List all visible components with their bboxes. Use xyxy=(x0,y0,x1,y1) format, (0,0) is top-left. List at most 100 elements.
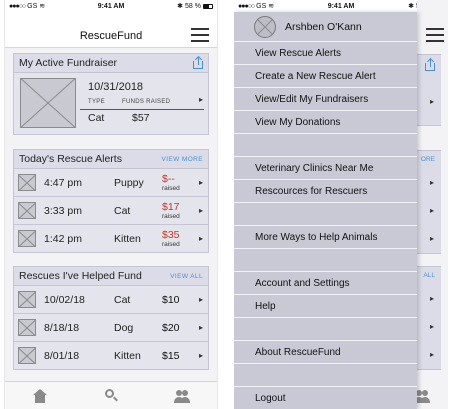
home-screen: ●●●○○ GS ≋ 9:41 AM ✱ 58 % RescueFund My … xyxy=(4,0,218,409)
user-name: Arshben O'Kann xyxy=(285,20,362,33)
alert-row[interactable]: 1:42 pm Kitten $35 raised ▸ xyxy=(14,224,208,252)
view-more-link[interactable]: VIEW MORE xyxy=(161,156,203,163)
raised-label: raised xyxy=(162,213,180,220)
battery-icon xyxy=(203,3,213,9)
menu-view-edit-fundraisers[interactable]: View/Edit My Fundraisers xyxy=(234,88,417,111)
alert-animal: Puppy xyxy=(114,177,144,189)
status-bar: ●●●○○ GS ≋ 9:41 AM ✱ 58 % xyxy=(5,0,217,12)
carrier-label: GS xyxy=(27,2,38,10)
chevron-right-icon[interactable]: ▸ xyxy=(430,234,434,243)
alert-animal: Cat xyxy=(114,205,131,217)
menu-divider xyxy=(234,203,417,226)
app-title: RescueFund xyxy=(79,29,143,42)
raised-label: raised xyxy=(162,185,180,192)
status-bar: ●●●○○ GS ≋ 9:41 AM ✱ 58 % xyxy=(234,0,448,12)
alert-time: 1:42 pm xyxy=(44,233,82,245)
menu-about[interactable]: About RescueFund xyxy=(234,341,417,364)
wifi-icon: ≋ xyxy=(268,3,275,10)
donation-row[interactable]: 10/02/18 Cat $10 ▸ xyxy=(14,285,208,313)
active-fundraiser-card: My Active Fundraiser 10/31/2018 TYPE FUN… xyxy=(13,53,209,135)
search-icon[interactable] xyxy=(103,388,119,404)
active-fundraiser-heading: My Active Fundraiser xyxy=(19,57,118,69)
menu-divider xyxy=(234,134,417,157)
donation-date: 8/01/18 xyxy=(44,350,80,362)
chevron-right-icon[interactable]: ▸ xyxy=(430,322,434,331)
menu-divider xyxy=(234,249,417,272)
fundraiser-type: Cat xyxy=(88,112,105,124)
rescue-alerts-card: Today's Rescue Alerts VIEW MORE 4:47 pm … xyxy=(13,149,209,253)
fundraiser-date: 10/31/2018 xyxy=(88,81,144,93)
chevron-right-icon[interactable]: ▸ xyxy=(430,178,434,187)
battery-label: 58 % xyxy=(185,2,201,10)
wifi-icon: ≋ xyxy=(39,3,46,10)
bottom-tab-bar xyxy=(5,381,217,409)
chevron-right-icon[interactable]: ▸ xyxy=(199,178,203,187)
donation-amount: $10 xyxy=(162,294,180,306)
share-icon[interactable] xyxy=(425,57,435,71)
alert-time: 4:47 pm xyxy=(44,177,82,189)
view-more-link[interactable]: ORE xyxy=(421,156,435,163)
chevron-right-icon[interactable]: ▸ xyxy=(199,295,203,304)
share-icon[interactable] xyxy=(193,55,203,69)
menu-create-rescue-alert[interactable]: Create a New Rescue Alert xyxy=(234,65,417,88)
menu-logout[interactable]: Logout xyxy=(234,387,417,409)
peek-card: ▸ xyxy=(417,54,441,126)
donation-animal: Kitten xyxy=(114,350,141,362)
menu-view-donations[interactable]: View My Donations xyxy=(234,111,417,134)
alert-row[interactable]: 3:33 pm Cat $17 raised ▸ xyxy=(14,196,208,224)
home-icon[interactable] xyxy=(32,388,48,404)
peek-card: ALL ▸ ▸ ▸ xyxy=(417,266,441,370)
chevron-right-icon[interactable]: ▸ xyxy=(430,294,434,303)
divider xyxy=(80,109,204,110)
donation-date: 10/02/18 xyxy=(44,294,85,306)
chevron-right-icon[interactable]: ▸ xyxy=(199,206,203,215)
chevron-right-icon[interactable]: ▸ xyxy=(199,323,203,332)
chevron-right-icon[interactable]: ▸ xyxy=(199,351,203,360)
chevron-right-icon[interactable]: ▸ xyxy=(199,234,203,243)
menu-more-ways[interactable]: More Ways to Help Animals xyxy=(234,226,417,249)
people-icon[interactable] xyxy=(173,388,190,404)
donation-row[interactable]: 8/01/18 Kitten $15 ▸ xyxy=(14,341,208,369)
top-nav-bar: RescueFund xyxy=(5,24,217,48)
menu-help[interactable]: Help xyxy=(234,295,417,318)
active-fundraiser-row[interactable]: 10/31/2018 TYPE FUNDS RAISED Cat $57 ▸ xyxy=(14,72,208,134)
home-content: My Active Fundraiser 10/31/2018 TYPE FUN… xyxy=(5,48,217,381)
menu-divider xyxy=(234,364,417,387)
bluetooth-icon: ✱ xyxy=(408,3,415,10)
menu-resources[interactable]: Rescources for Rescuers xyxy=(234,180,417,203)
alert-thumbnail xyxy=(18,174,36,191)
chevron-right-icon[interactable]: ▸ xyxy=(430,206,434,215)
donation-animal: Cat xyxy=(114,294,131,306)
helped-fund-heading: Rescues I've Helped Fund xyxy=(19,270,142,282)
menu-divider xyxy=(234,318,417,341)
donation-thumbnail xyxy=(18,347,36,364)
menu-view-rescue-alerts[interactable]: View Rescue Alerts xyxy=(234,42,417,65)
chevron-right-icon[interactable]: ▸ xyxy=(199,95,203,104)
alert-time: 3:33 pm xyxy=(44,205,82,217)
helped-fund-card: Rescues I've Helped Fund VIEW ALL 10/02/… xyxy=(13,266,209,370)
signal-icon: ●●●○○ xyxy=(9,2,26,10)
donation-amount: $15 xyxy=(162,350,180,362)
alert-amount: $17 xyxy=(162,201,180,213)
menu-account-settings[interactable]: Account and Settings xyxy=(234,272,417,295)
chevron-right-icon[interactable]: ▸ xyxy=(430,350,434,359)
donation-row[interactable]: 8/18/18 Dog $20 ▸ xyxy=(14,313,208,341)
menu-screen: ●●●○○ GS ≋ 9:41 AM ✱ 58 % ▸ ORE ▸ ▸ ▸ AL… xyxy=(234,0,448,409)
hamburger-menu-icon[interactable] xyxy=(191,28,209,42)
hamburger-menu-icon[interactable] xyxy=(426,28,444,42)
alert-amount: $35 xyxy=(162,229,180,241)
funds-raised-label: FUNDS RAISED xyxy=(122,99,171,105)
menu-vet-clinics[interactable]: Veterinary Clinics Near Me xyxy=(234,157,417,180)
donation-thumbnail xyxy=(18,291,36,308)
view-all-link[interactable]: ALL xyxy=(423,272,435,279)
view-all-link[interactable]: VIEW ALL xyxy=(170,273,203,280)
donation-thumbnail xyxy=(18,319,36,336)
alert-amount: $-- xyxy=(162,173,175,185)
rescue-alerts-heading: Today's Rescue Alerts xyxy=(19,153,122,165)
raised-label: raised xyxy=(162,241,180,248)
alert-thumbnail xyxy=(18,230,36,247)
alert-row[interactable]: 4:47 pm Puppy $-- raised ▸ xyxy=(14,168,208,196)
navigation-drawer: Arshben O'Kann View Rescue Alerts Create… xyxy=(234,12,417,409)
drawer-user-header[interactable]: Arshben O'Kann xyxy=(234,12,417,42)
chevron-right-icon[interactable]: ▸ xyxy=(430,97,434,106)
